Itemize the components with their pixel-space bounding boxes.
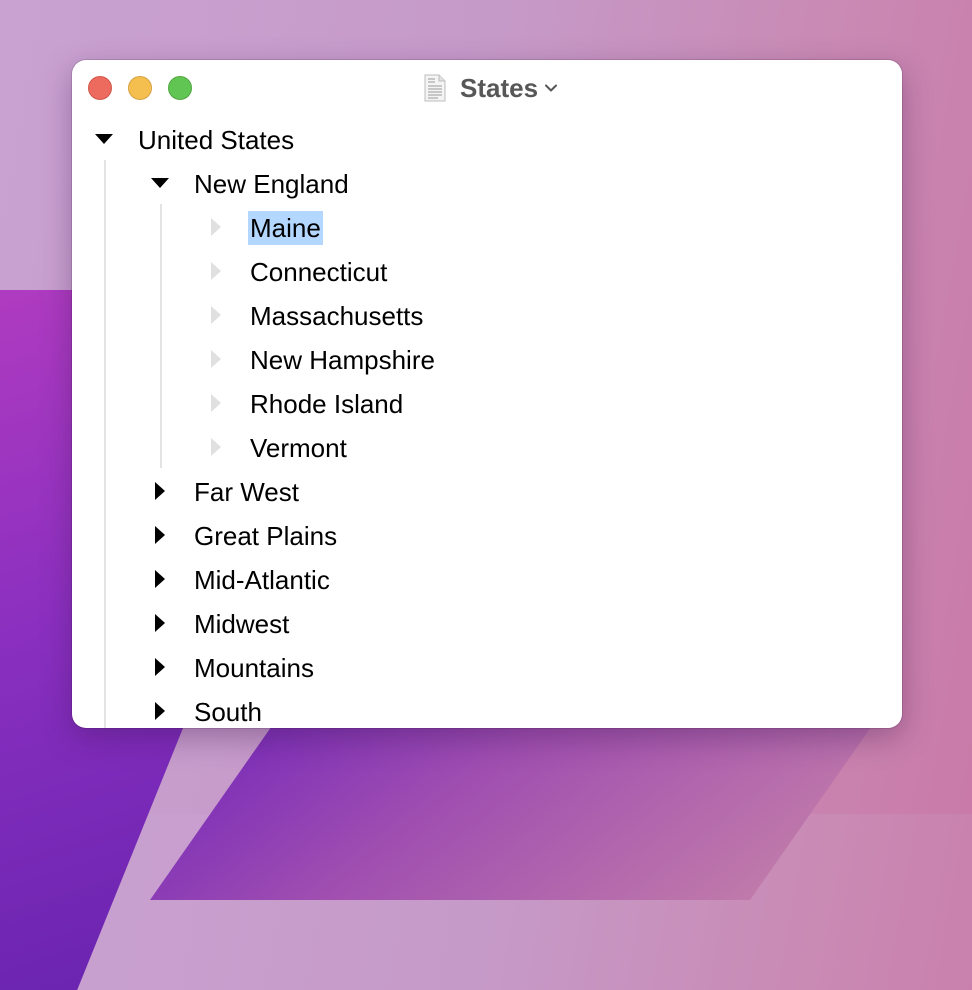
row-label: Maine: [248, 211, 323, 245]
disclosure-collapsed-icon[interactable]: [206, 261, 226, 281]
row-label: New Hampshire: [250, 345, 435, 375]
disclosure-collapsed-icon[interactable]: [150, 701, 170, 721]
close-button[interactable]: [88, 76, 112, 100]
row-label: Midwest: [194, 609, 290, 639]
row-label: Connecticut: [250, 257, 388, 287]
outline-row-region[interactable]: South: [72, 690, 902, 728]
chevron-down-icon: [545, 84, 558, 92]
row-label: United States: [138, 125, 295, 155]
row-label: Rhode Island: [250, 389, 404, 419]
row-label: Far West: [194, 477, 299, 507]
row-label: Vermont: [250, 433, 347, 463]
outline-row-state[interactable]: Massachusetts: [72, 294, 902, 338]
disclosure-expanded-icon[interactable]: [94, 129, 114, 149]
minimize-button[interactable]: [128, 76, 152, 100]
disclosure-collapsed-icon[interactable]: [206, 217, 226, 237]
wallpaper-shape: [149, 700, 891, 900]
disclosure-collapsed-icon[interactable]: [150, 525, 170, 545]
outline-row-state[interactable]: Connecticut: [72, 250, 902, 294]
outline-row-region[interactable]: Mountains: [72, 646, 902, 690]
row-label: Mid-Atlantic: [194, 565, 330, 595]
row-label: Massachusetts: [250, 301, 424, 331]
disclosure-collapsed-icon[interactable]: [150, 569, 170, 589]
title-bar[interactable]: States: [72, 60, 902, 116]
outline-row-state[interactable]: Vermont: [72, 426, 902, 470]
outline-row-region[interactable]: Mid-Atlantic: [72, 558, 902, 602]
outline-row-state[interactable]: Rhode Island: [72, 382, 902, 426]
outline-row-new-england[interactable]: New England: [72, 162, 902, 206]
disclosure-collapsed-icon[interactable]: [150, 613, 170, 633]
disclosure-collapsed-icon[interactable]: [150, 481, 170, 501]
outline-row-state[interactable]: Maine: [72, 206, 902, 250]
zoom-button[interactable]: [168, 76, 192, 100]
row-label: Great Plains: [194, 521, 338, 551]
disclosure-collapsed-icon[interactable]: [206, 349, 226, 369]
outline-row-region[interactable]: Far West: [72, 470, 902, 514]
document-icon: [424, 74, 446, 102]
outline-row-state[interactable]: New Hampshire: [72, 338, 902, 382]
disclosure-expanded-icon[interactable]: [150, 173, 170, 193]
disclosure-collapsed-icon[interactable]: [206, 305, 226, 325]
row-label: Mountains: [194, 653, 314, 683]
window-title: States: [460, 72, 539, 103]
outline-row-region[interactable]: Midwest: [72, 602, 902, 646]
outline-row-region[interactable]: Great Plains: [72, 514, 902, 558]
row-label: South: [194, 697, 262, 727]
disclosure-collapsed-icon[interactable]: [150, 657, 170, 677]
disclosure-collapsed-icon[interactable]: [206, 437, 226, 457]
outline-window: States United States New England Maine Conn…: [72, 60, 902, 728]
row-label: New England: [194, 169, 349, 199]
outline-row-united-states[interactable]: United States: [72, 118, 902, 162]
disclosure-collapsed-icon[interactable]: [206, 393, 226, 413]
window-title-menu[interactable]: States: [424, 72, 558, 104]
